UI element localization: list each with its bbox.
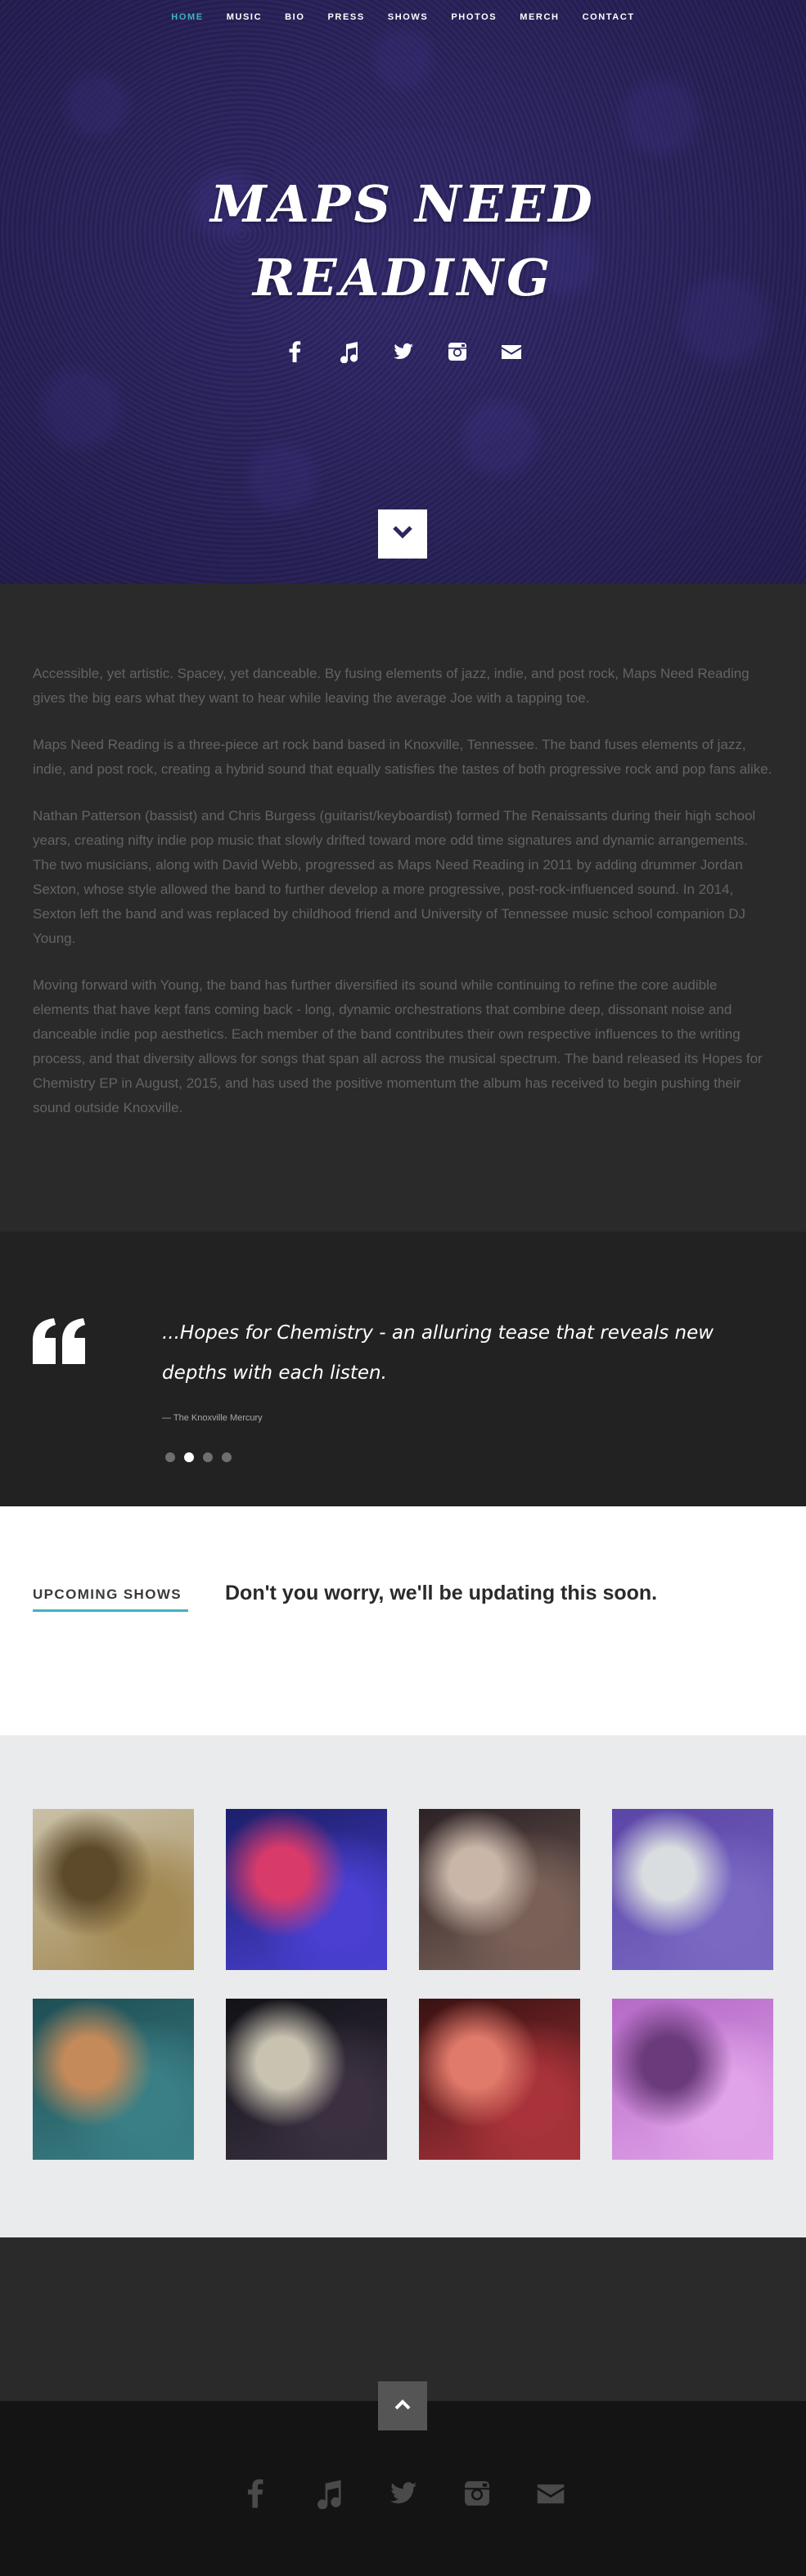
about-paragraph: Nathan Patterson (bassist) and Chris Bur… [33, 808, 756, 946]
press-quote-section: ...Hopes for Chemistry - an alluring tea… [0, 1232, 806, 1506]
pink-live-photo[interactable] [612, 1999, 773, 2160]
quote-icon [31, 1317, 88, 1366]
band-title-line2: Reading [252, 248, 554, 307]
nav-bio[interactable]: BIO [273, 12, 316, 22]
shows-message: Don't you worry, we'll be updating this … [225, 1582, 658, 1604]
chevron-down-icon [392, 525, 413, 543]
guitarist-closeup-photo[interactable] [419, 1809, 580, 1970]
nav-contact[interactable]: CONTACT [571, 12, 646, 22]
live-bar-stage-photo[interactable] [226, 1999, 387, 2160]
carousel-dot[interactable] [203, 1452, 213, 1462]
instagram-icon[interactable] [462, 2478, 493, 2509]
carousel-dot-active[interactable] [184, 1452, 194, 1462]
back-to-top-button[interactable] [378, 2381, 427, 2430]
red-stage-gear-photo[interactable] [419, 1999, 580, 2160]
photo-gallery [0, 1735, 806, 2237]
music-note-icon[interactable] [314, 2478, 345, 2510]
map-placeholder-section [0, 2237, 806, 2401]
nav-merch[interactable]: MERCH [508, 12, 570, 22]
shows-heading: UPCOMING SHOWS [33, 1586, 182, 1602]
live-blue-stage-photo[interactable] [226, 1809, 387, 1970]
carousel-dot[interactable] [222, 1452, 232, 1462]
about-paragraph: Accessible, yet artistic. Spacey, yet da… [33, 666, 750, 706]
nav-home[interactable]: HOME [160, 12, 214, 22]
facebook-icon[interactable] [284, 340, 307, 363]
carousel-dots [165, 1452, 232, 1462]
nav-shows[interactable]: SHOWS [376, 12, 440, 22]
nav-music[interactable]: MUSIC [215, 12, 273, 22]
shows-heading-underline [33, 1609, 188, 1612]
band-field-photo[interactable] [33, 1809, 194, 1970]
shows-section: UPCOMING SHOWS Don't you worry, we'll be… [0, 1506, 806, 1735]
carousel-dot[interactable] [165, 1452, 175, 1462]
about-paragraph: Maps Need Reading is a three-piece art r… [33, 737, 772, 777]
band-title-line1: Maps Need [210, 174, 596, 234]
chevron-up-icon [394, 2399, 412, 2414]
hero-section: HOME MUSIC BIO PRESS SHOWS PHOTOS MERCH … [0, 0, 806, 584]
band-title: Maps Need Reading [0, 168, 806, 315]
scroll-down-button[interactable] [378, 509, 427, 559]
press-quote-source: — The Knoxville Mercury [162, 1413, 263, 1423]
nav-press[interactable]: PRESS [317, 12, 376, 22]
main-nav: HOME MUSIC BIO PRESS SHOWS PHOTOS MERCH … [0, 12, 806, 22]
guitar-on-rug-photo[interactable] [33, 1999, 194, 2160]
envelope-icon[interactable] [535, 2478, 566, 2509]
press-quote-text: ...Hopes for Chemistry - an alluring tea… [162, 1322, 714, 1384]
facebook-icon[interactable] [241, 2478, 272, 2509]
footer-social-links [0, 2478, 806, 2510]
twitter-icon[interactable] [388, 2478, 419, 2509]
merch-shirts-photo[interactable] [612, 1809, 773, 1970]
twitter-icon[interactable] [392, 340, 415, 363]
about-section: Accessible, yet artistic. Spacey, yet da… [0, 584, 806, 1232]
about-paragraph: Moving forward with Young, the band has … [33, 977, 763, 1115]
nav-photos[interactable]: PHOTOS [439, 12, 508, 22]
hero-social-links [0, 340, 806, 364]
music-note-icon[interactable] [338, 340, 361, 364]
envelope-icon[interactable] [500, 340, 523, 363]
instagram-icon[interactable] [446, 340, 469, 363]
